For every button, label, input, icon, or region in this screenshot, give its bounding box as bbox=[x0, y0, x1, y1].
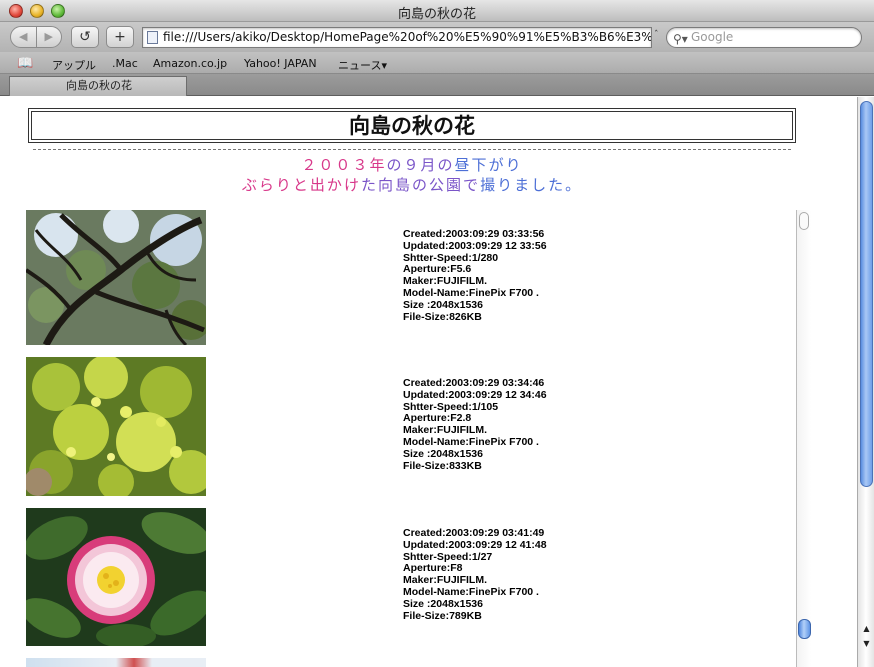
search-placeholder: Google bbox=[691, 30, 734, 44]
address-text: file:///Users/akiko/Desktop/HomePage%20o… bbox=[163, 30, 652, 44]
meta-file-size: File-Size:833KB bbox=[403, 459, 482, 472]
page-content: 向島の秋の花 ２００３年の９月の昼下がり ぶらりと出かけた向島の公園で撮りました… bbox=[0, 97, 857, 667]
meta-file-size: File-Size:789KB bbox=[403, 609, 482, 622]
meta-size: Size :2048x1536 bbox=[403, 298, 483, 311]
photo-metadata: Created:2003:09:29 03:34:46 Updated:2003… bbox=[403, 377, 547, 472]
meta-size: Size :2048x1536 bbox=[403, 447, 483, 460]
photo-listing-frame: Created:2003:09:29 03:33:56 Updated:2003… bbox=[24, 210, 811, 667]
file-document-icon bbox=[147, 31, 158, 44]
photo-metadata: Created:2003:09:29 03:41:49 Updated:2003… bbox=[403, 527, 547, 622]
scroll-up-arrow-icon[interactable]: ▲ bbox=[860, 622, 873, 636]
back-button[interactable]: ◀ bbox=[11, 27, 37, 47]
main-scroll-thumb[interactable] bbox=[860, 101, 873, 487]
photo-listing-scrollbar[interactable] bbox=[796, 210, 811, 667]
page-title-box: 向島の秋の花 bbox=[28, 108, 796, 143]
window-title: 向島の秋の花 bbox=[397, 7, 476, 22]
browser-toolbar: ◀ ▶ ↺ + file:///Users/akiko/Desktop/Home… bbox=[0, 22, 874, 52]
tab-bar: 向島の秋の花 bbox=[0, 74, 874, 96]
search-input[interactable]: ⚲▾ Google bbox=[666, 27, 862, 48]
bookmark-yahoo[interactable]: Yahoo! JAPAN bbox=[244, 57, 317, 70]
subtitle-line-2: ぶらりと出かけた向島の公園で撮りました。 bbox=[241, 176, 583, 194]
meta-updated: Updated:2003:09:29 12 33:56 bbox=[403, 239, 547, 252]
reload-button[interactable]: ↺ bbox=[71, 26, 99, 48]
bookmark-mac[interactable]: .Mac bbox=[112, 57, 138, 70]
window-titlebar: 向島の秋の花 bbox=[0, 0, 874, 22]
subtitle-line-1: ２００３年の９月の昼下がり bbox=[301, 156, 523, 174]
search-icon[interactable]: ⚲▾ bbox=[673, 30, 688, 49]
photo-listing-scroll-cap[interactable] bbox=[799, 212, 809, 230]
meta-updated: Updated:2003:09:29 12 41:48 bbox=[403, 538, 547, 551]
photo-listing-scroll-thumb[interactable] bbox=[798, 619, 811, 639]
bookmark-amazon[interactable]: Amazon.co.jp bbox=[153, 57, 227, 70]
tab-current[interactable]: 向島の秋の花 bbox=[9, 76, 187, 96]
dashed-divider bbox=[33, 149, 791, 150]
url-overflow-icon: ˆ bbox=[654, 30, 659, 40]
back-forward-group: ◀ ▶ bbox=[10, 26, 62, 48]
meta-model-name: Model-Name:FinePix F700 . bbox=[403, 435, 539, 448]
meta-updated: Updated:2003:09:29 12 34:46 bbox=[403, 388, 547, 401]
meta-model-name: Model-Name:FinePix F700 . bbox=[403, 286, 539, 299]
meta-model-name: Model-Name:FinePix F700 . bbox=[403, 585, 539, 598]
meta-size: Size :2048x1536 bbox=[403, 597, 483, 610]
scroll-down-arrow-icon[interactable]: ▼ bbox=[860, 637, 873, 651]
photo-thumbnail-camellia[interactable] bbox=[26, 508, 206, 646]
photo-thumbnail-partial[interactable] bbox=[26, 658, 206, 667]
meta-file-size: File-Size:826KB bbox=[403, 310, 482, 323]
photo-thumbnail-yellow-flowers[interactable] bbox=[26, 357, 206, 496]
bookmark-apple[interactable]: アップル bbox=[52, 57, 96, 73]
photo-thumbnail-tree[interactable] bbox=[26, 210, 206, 345]
page-title: 向島の秋の花 bbox=[31, 111, 793, 140]
bookmark-news-menu[interactable]: ニュース▾ bbox=[338, 57, 387, 73]
address-field[interactable]: file:///Users/akiko/Desktop/HomePage%20o… bbox=[142, 27, 652, 48]
photo-metadata: Created:2003:09:29 03:33:56 Updated:2003… bbox=[403, 228, 547, 323]
add-bookmark-button[interactable]: + bbox=[106, 26, 134, 48]
bookmarks-book-icon[interactable]: 📖 bbox=[17, 56, 33, 71]
forward-button[interactable]: ▶ bbox=[37, 27, 62, 47]
main-vertical-scrollbar[interactable]: ▲ ▼ bbox=[857, 97, 874, 667]
bookmarks-bar: 📖 アップル .Mac Amazon.co.jp Yahoo! JAPAN ニュ… bbox=[0, 52, 874, 74]
